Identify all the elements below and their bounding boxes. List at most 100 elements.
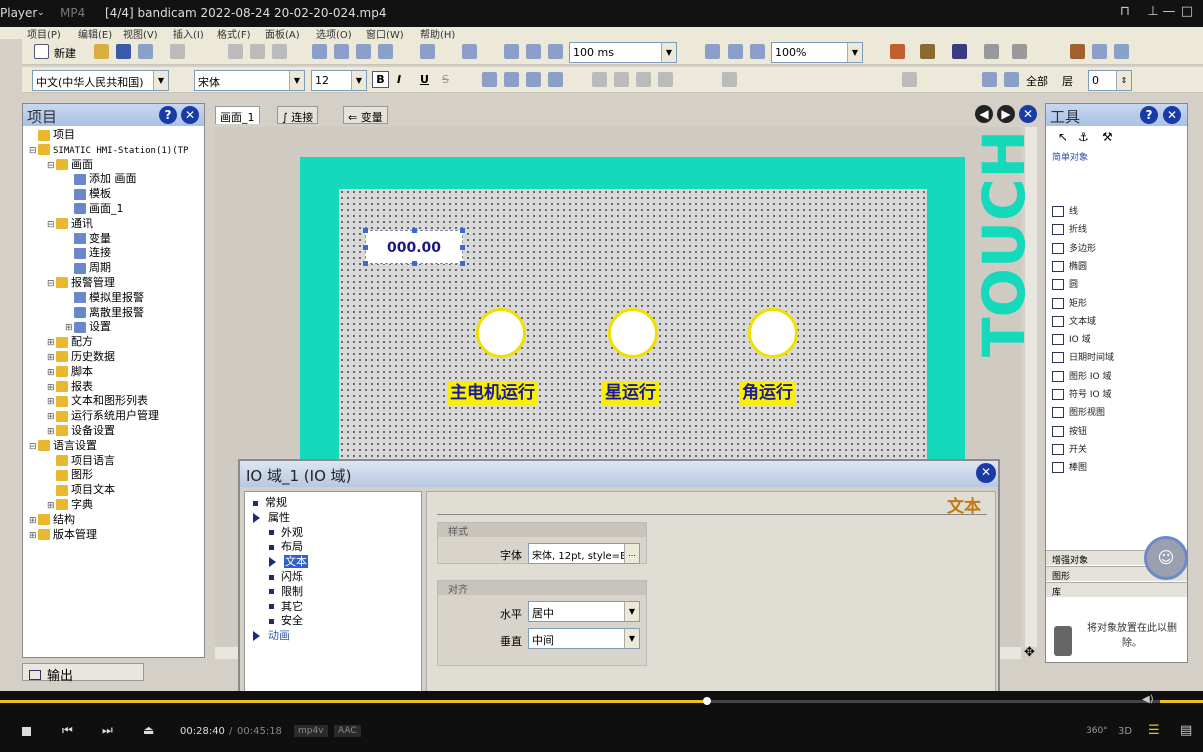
layer-all-icon[interactable] <box>1004 72 1019 87</box>
tree-item[interactable]: 离散里报警 <box>23 306 204 321</box>
expander-icon[interactable]: ⊟ <box>47 277 56 292</box>
tool-item[interactable]: 按钮 <box>1052 424 1087 440</box>
online-icon[interactable] <box>504 44 519 59</box>
menu-item[interactable]: 视图(V) <box>123 27 158 39</box>
expander-icon[interactable]: ⊞ <box>47 499 56 514</box>
tree-item[interactable]: 模板 <box>23 187 204 202</box>
menu-item[interactable]: 选项(O) <box>316 27 352 39</box>
tree-item[interactable]: ⊞ 运行系统用户管理 <box>23 409 204 424</box>
main-motor-lamp[interactable] <box>476 308 526 358</box>
tool-item[interactable]: 矩形 <box>1052 296 1087 312</box>
tab-connections[interactable]: ∫ 连接 <box>277 106 319 124</box>
tool-item[interactable]: 日期时间域 <box>1052 350 1114 366</box>
tool-item[interactable]: 线 <box>1052 204 1078 220</box>
help-icon[interactable]: ? <box>159 106 177 124</box>
download-icon[interactable] <box>378 44 393 59</box>
expander-icon[interactable]: ⊟ <box>29 144 38 159</box>
tree-item[interactable]: 画面_1 <box>23 202 204 217</box>
tool-item[interactable]: 符号 IO 域 <box>1052 387 1111 403</box>
fill-color-icon[interactable] <box>890 44 905 59</box>
seek-bar[interactable] <box>0 697 1203 705</box>
move-icon[interactable]: ✥ <box>1024 645 1035 660</box>
layer-icon[interactable] <box>982 72 997 87</box>
tree-item[interactable]: 图形 <box>23 468 204 483</box>
stop-icon[interactable] <box>548 44 563 59</box>
resize-handle[interactable] <box>363 261 368 266</box>
tree-item[interactable]: 模拟里报警 <box>23 291 204 306</box>
tree-item[interactable]: ⊞ 字典 <box>23 498 204 513</box>
align-right-icon[interactable] <box>526 72 541 87</box>
menu-item[interactable]: 窗口(W) <box>366 27 404 39</box>
tree-item[interactable]: ⊟ 报警管理 <box>23 276 204 291</box>
tool-item[interactable]: IO 域 <box>1052 332 1091 348</box>
bold-button[interactable]: B <box>372 71 389 88</box>
tool-item[interactable]: 椭圆 <box>1052 259 1087 275</box>
star-label[interactable]: 星运行 <box>602 381 659 405</box>
tree-item[interactable]: 周期 <box>23 261 204 276</box>
order-icon[interactable] <box>658 72 673 87</box>
maximize-icon[interactable]: □ <box>1176 4 1198 22</box>
resize-handle[interactable] <box>363 245 368 250</box>
assistant-avatar[interactable]: ☺ <box>1144 536 1188 580</box>
pointer-icon[interactable]: ↖ <box>1058 130 1068 144</box>
volume-icon[interactable]: ◀) <box>1142 694 1154 705</box>
tree-item[interactable]: 添加 画面 <box>23 172 204 187</box>
align-left-icon[interactable] <box>482 72 497 87</box>
cut-icon[interactable] <box>228 44 243 59</box>
resize-handle[interactable] <box>363 228 368 233</box>
tab-screen-1[interactable]: 画面_1 <box>215 106 260 124</box>
simple-objects-header[interactable]: 简单对象 <box>1052 150 1088 163</box>
tree-item[interactable]: ⊞ 设备设置 <box>23 424 204 439</box>
star-lamp[interactable] <box>608 308 658 358</box>
tree-item[interactable]: ⊞ 报表 <box>23 380 204 395</box>
tree-item[interactable]: ⊞ 脚本 <box>23 365 204 380</box>
property-nav-item[interactable]: 文本 <box>269 553 308 569</box>
paste-icon[interactable] <box>272 44 287 59</box>
property-nav-item[interactable]: 布局 <box>269 538 303 554</box>
font-field[interactable]: 宋体, 12pt, style=Bc... <box>528 543 640 564</box>
volume-bar[interactable] <box>1160 700 1203 703</box>
stop-icon[interactable] <box>22 727 31 736</box>
property-nav-item[interactable]: 闪烁 <box>269 568 303 584</box>
menu-item[interactable]: 项目(P) <box>27 27 61 39</box>
eject-icon[interactable]: ⏏ <box>143 723 154 737</box>
vertical-scrollbar[interactable] <box>1025 127 1037 647</box>
resize-handle[interactable] <box>412 261 417 266</box>
expander-icon[interactable]: ⊞ <box>47 366 56 381</box>
tree-item[interactable]: ⊟ 画面 <box>23 158 204 173</box>
expander-icon[interactable]: ⊟ <box>29 440 38 455</box>
tree-item[interactable]: 项目语言 <box>23 454 204 469</box>
zoom-area-icon[interactable] <box>705 44 720 59</box>
line-color-icon[interactable] <box>920 44 935 59</box>
redo-icon[interactable] <box>170 44 185 59</box>
vr-360-button[interactable]: 360° <box>1086 726 1108 736</box>
font-browse-button[interactable]: ... <box>624 544 639 563</box>
italic-button[interactable]: I <box>397 73 401 86</box>
tree-item[interactable]: ⊞ 版本管理 <box>23 528 204 543</box>
property-nav-item[interactable]: 限制 <box>269 583 303 599</box>
font-select[interactable]: 宋体 ▼ <box>194 70 305 91</box>
undo-icon[interactable] <box>138 44 153 59</box>
resize-handle[interactable] <box>460 228 465 233</box>
tree-item[interactable]: ⊞ 结构 <box>23 513 204 528</box>
language-select[interactable]: 中文(中华人民共和国) ▼ <box>32 70 169 91</box>
open-icon[interactable] <box>94 44 109 59</box>
property-nav-item[interactable]: 动画 <box>253 627 290 643</box>
output-tab[interactable]: 输出 <box>22 663 144 684</box>
help-pointer-icon[interactable] <box>1114 44 1129 59</box>
zoom-in-icon[interactable] <box>728 44 743 59</box>
close-icon[interactable]: ✕ <box>976 463 996 483</box>
flip-h-icon[interactable] <box>614 72 629 87</box>
player-app-label[interactable]: Player <box>0 6 37 20</box>
tools-icon[interactable]: ⚒ <box>1102 130 1113 144</box>
tool-item[interactable]: 开关 <box>1052 442 1087 458</box>
transfer-icon[interactable] <box>356 44 371 59</box>
property-nav-item[interactable]: 其它 <box>269 598 303 614</box>
tree-item[interactable]: ⊞ 文本和图形列表 <box>23 394 204 409</box>
tool-item[interactable]: 折线 <box>1052 222 1087 238</box>
tool-item[interactable]: 棒图 <box>1052 460 1087 476</box>
font-color-icon[interactable] <box>952 44 967 59</box>
refresh-icon[interactable] <box>526 44 541 59</box>
property-nav-item[interactable]: 外观 <box>269 524 303 540</box>
save-icon[interactable] <box>116 44 131 59</box>
